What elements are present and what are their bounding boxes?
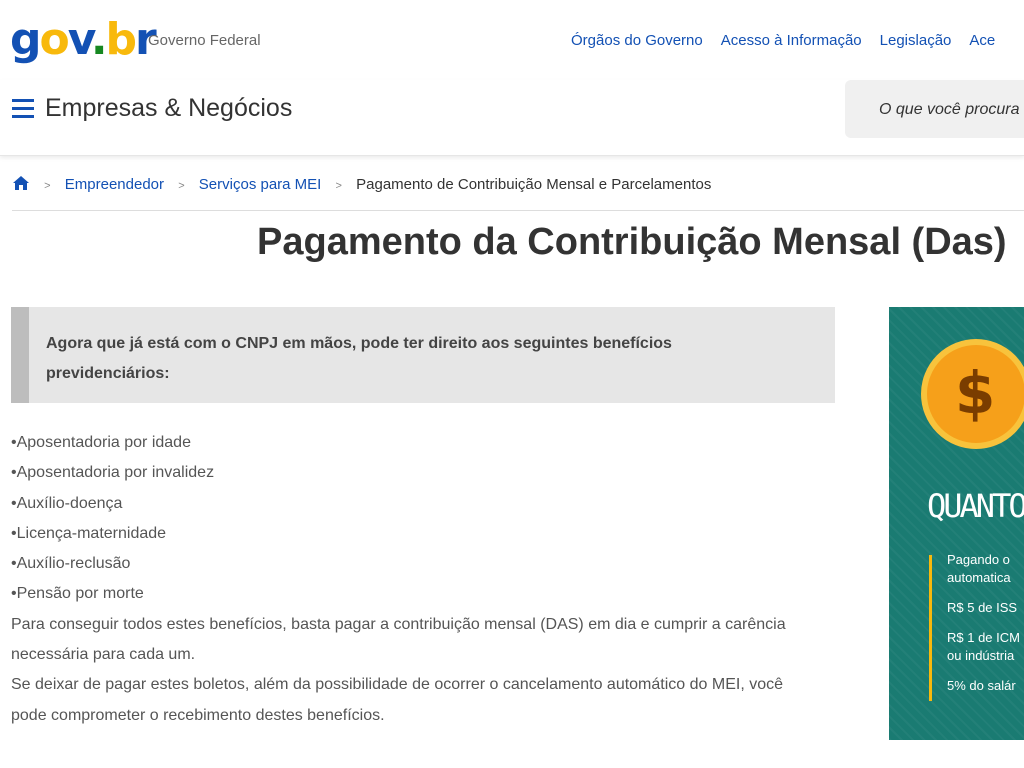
intro-callout: Agora que já está com o CNPJ em mãos, po… [11, 307, 835, 403]
breadcrumb-empreendedor[interactable]: Empreendedor [65, 176, 164, 193]
site-title[interactable]: Empresas & Negócios [45, 94, 292, 123]
benefit-item: Pensão por morte [11, 579, 811, 609]
top-header: gov.br Governo Federal Órgãos do Governo… [0, 0, 1024, 80]
link-acesso-a-informacao[interactable]: Acesso à Informação [721, 32, 862, 49]
dollar-coin-icon: $ [921, 339, 1024, 449]
breadcrumb-servicos-mei[interactable]: Serviços para MEI [199, 176, 322, 193]
hamburger-menu-icon[interactable] [12, 99, 34, 119]
promo-banner[interactable]: $ QUANTO Pagando o automatica R$ 5 de ISS… [889, 307, 1024, 740]
site-menubar: Empresas & Negócios O que você procura [0, 80, 1024, 156]
benefit-item: Aposentadoria por invalidez [11, 458, 811, 488]
banner-accent-bar [929, 555, 932, 701]
banner-text: Pagando o automatica R$ 5 de ISS R$ 1 de … [947, 552, 1020, 693]
chevron-right-icon: > [335, 180, 342, 192]
govbr-logo[interactable]: gov.br [10, 14, 157, 66]
benefit-item: Auxílio-reclusão [11, 549, 811, 579]
home-icon[interactable] [12, 175, 30, 191]
benefit-item: Licença-maternidade [11, 519, 811, 549]
link-acessibilidade[interactable]: Ace [969, 32, 995, 49]
breadcrumb-current: Pagamento de Contribuição Mensal e Parce… [356, 176, 712, 193]
link-orgaos-do-governo[interactable]: Órgãos do Governo [571, 32, 703, 49]
benefit-item: Aposentadoria por idade [11, 428, 811, 458]
paragraph-warning: Se deixar de pagar estes boletos, além d… [11, 676, 783, 724]
governo-federal-label: Governo Federal [148, 32, 261, 49]
search-input[interactable]: O que você procura [845, 80, 1024, 138]
top-links: Órgãos do Governo Acesso à Informação Legi… [571, 32, 1013, 50]
benefit-item: Auxílio-doença [11, 489, 811, 519]
page-title: Pagamento da Contribuição Mensal (Das) [257, 221, 1007, 263]
banner-title: QUANTO [927, 487, 1024, 525]
breadcrumb: > Empreendedor > Serviços para MEI > Pag… [12, 175, 1024, 211]
paragraph-conditions: Para conseguir todos estes benefícios, b… [11, 615, 786, 664]
link-legislacao[interactable]: Legislação [880, 32, 952, 49]
chevron-right-icon: > [44, 180, 51, 192]
chevron-right-icon: > [178, 180, 185, 192]
main-content: Aposentadoria por idade Aposentadoria po… [11, 428, 811, 731]
